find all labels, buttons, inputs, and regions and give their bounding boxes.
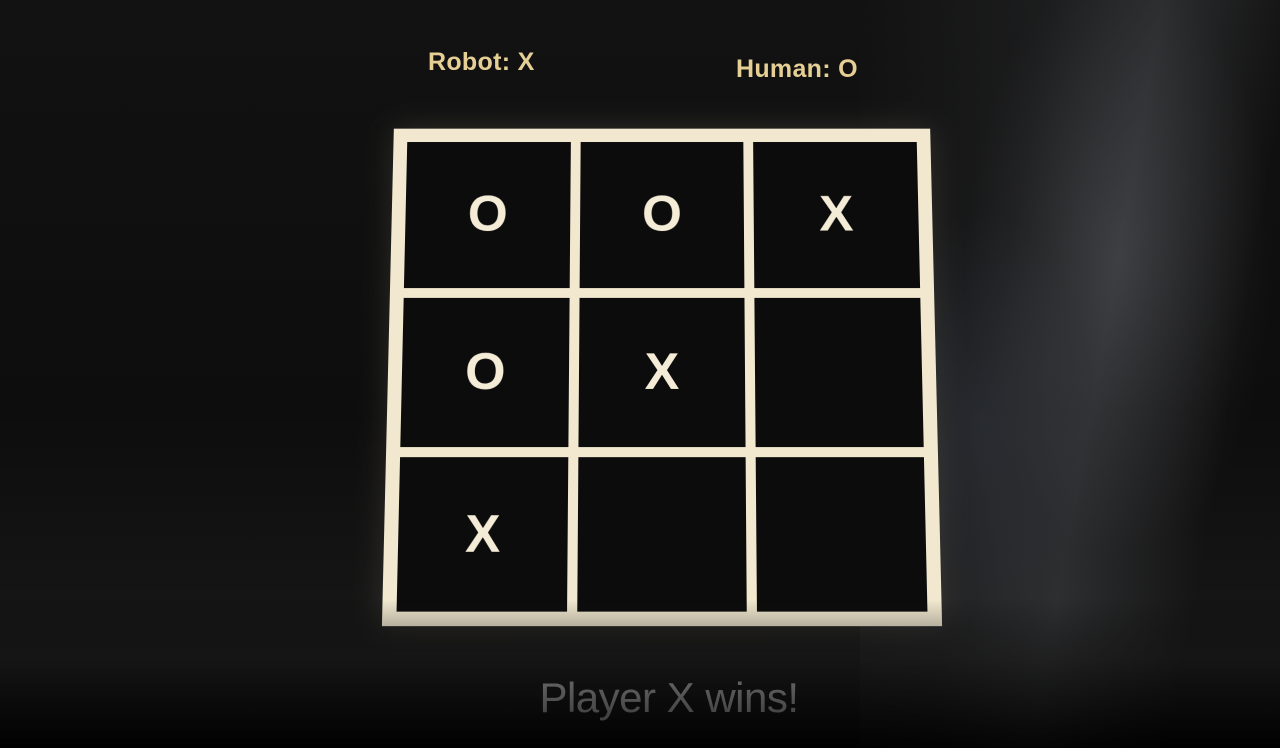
tic-tac-toe-board: O O X O X X (381, 128, 943, 627)
cell-mark: O (641, 186, 682, 243)
robot-player-label: Robot: X (428, 48, 535, 76)
board-cell-3[interactable]: X (753, 142, 921, 288)
board-cell-8[interactable] (576, 457, 748, 612)
board-cell-2[interactable]: O (579, 142, 745, 288)
human-player-label: Human: O (736, 55, 858, 83)
board-cell-9[interactable] (756, 457, 928, 612)
cell-mark: O (464, 343, 506, 401)
board-cell-5[interactable]: X (578, 297, 746, 448)
game-status-message: Player X wins! (539, 674, 799, 721)
board-cell-7[interactable]: X (396, 457, 568, 612)
board-cell-1[interactable]: O (403, 142, 571, 288)
board-cell-4[interactable]: O (400, 297, 570, 448)
cell-mark: X (644, 343, 680, 401)
cell-mark: X (818, 186, 854, 243)
cell-mark: O (467, 186, 509, 243)
board-cell-6[interactable] (754, 297, 924, 448)
cell-mark: X (464, 504, 501, 564)
